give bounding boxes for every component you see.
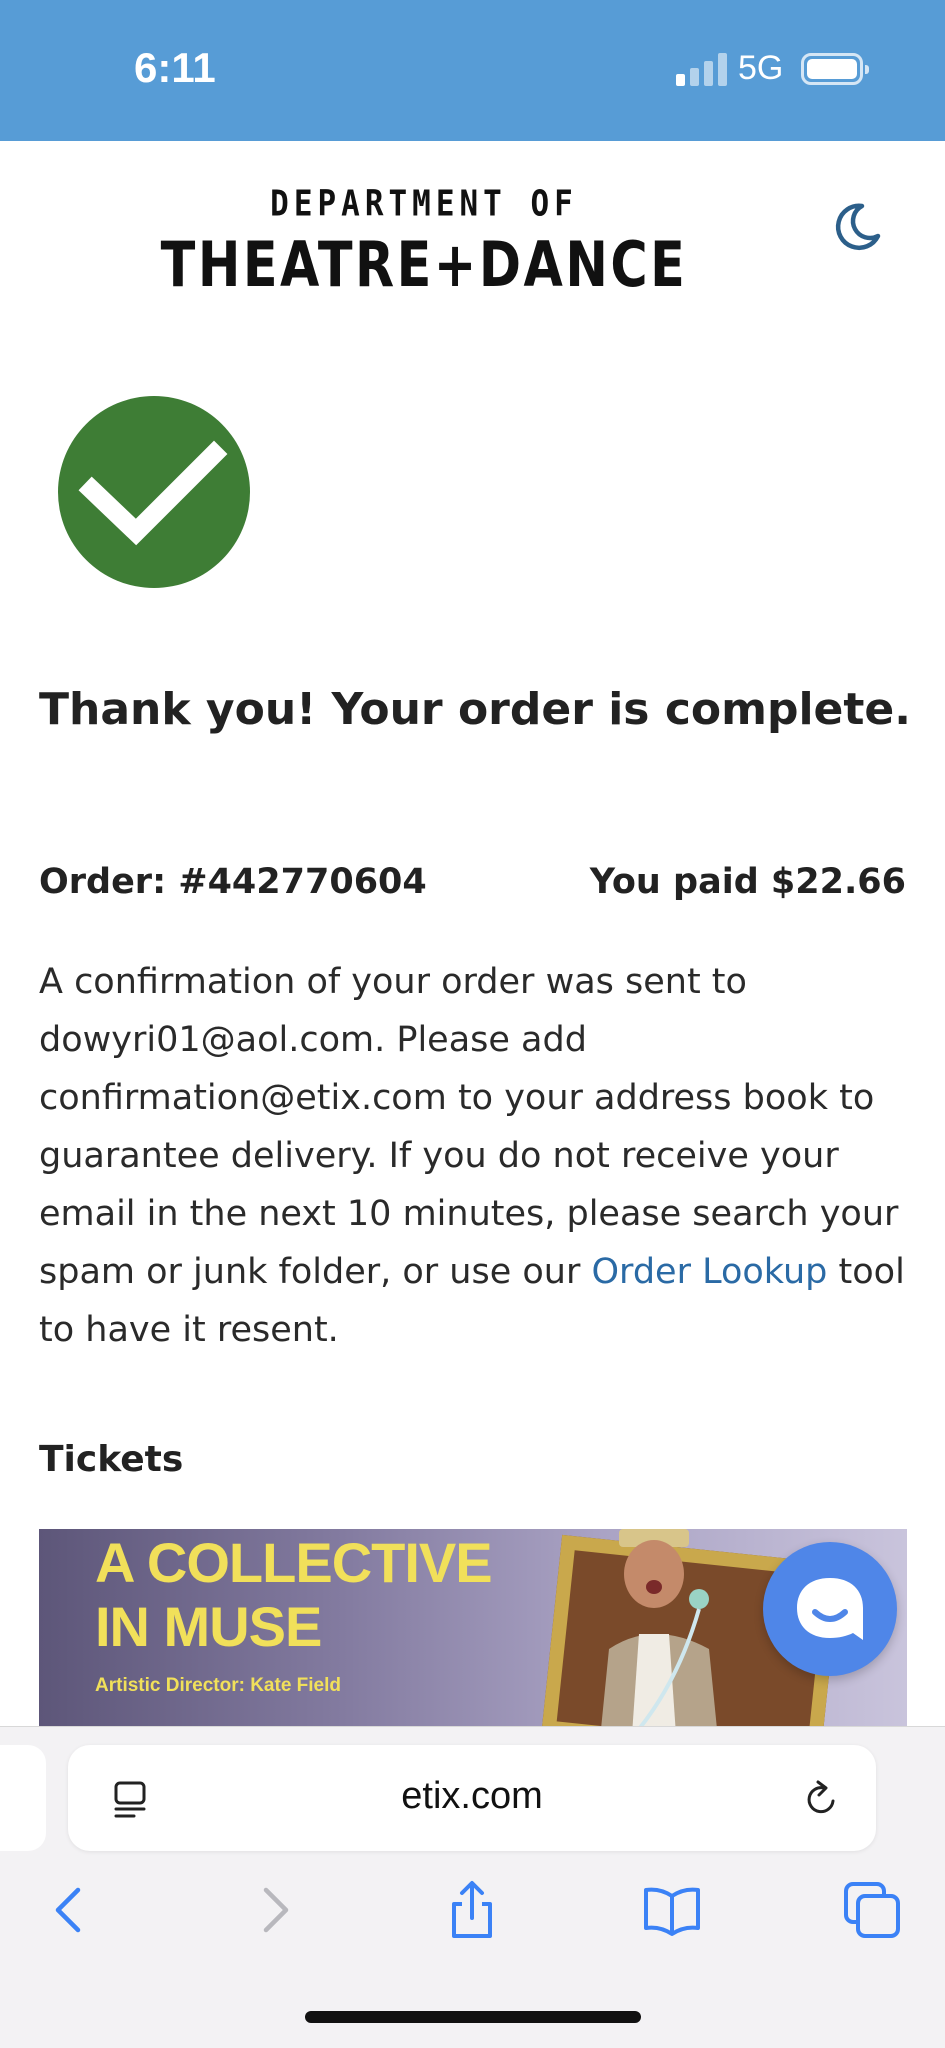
status-time: 6:11	[134, 44, 216, 91]
browser-toolbar: etix.com	[0, 1726, 945, 2048]
order-number: Order: #442770604	[39, 862, 427, 902]
address-bar[interactable]: etix.com	[68, 1745, 876, 1851]
forward-icon[interactable]	[244, 1880, 304, 1940]
url-text[interactable]: etix.com	[68, 1775, 876, 1818]
back-icon[interactable]	[40, 1880, 100, 1940]
home-indicator[interactable]	[305, 2011, 641, 2023]
signal-icon	[676, 52, 728, 86]
tabs-icon[interactable]	[842, 1880, 902, 1940]
tickets-heading: Tickets	[39, 1439, 184, 1480]
network-type: 5G	[738, 49, 784, 87]
moon-icon[interactable]	[830, 198, 886, 254]
message-text: A confirmation of your order was sent to…	[39, 962, 899, 1292]
success-check-icon	[58, 396, 250, 588]
bookmarks-icon[interactable]	[642, 1880, 702, 1940]
reload-icon[interactable]	[802, 1779, 842, 1819]
order-lookup-link[interactable]: Order Lookup	[592, 1252, 828, 1292]
logo-line-2: THEATRE+DANCE	[160, 228, 688, 301]
battery-icon	[801, 53, 869, 85]
share-icon[interactable]	[442, 1880, 502, 1940]
confirmation-heading: Thank you! Your order is complete.	[39, 684, 911, 735]
chat-icon	[797, 1578, 863, 1640]
banner-subtitle: Artistic Director: Kate Field	[95, 1675, 341, 1696]
amount-paid: You paid $22.66	[589, 862, 906, 902]
status-bar: 6:11 5G	[0, 0, 945, 141]
logo-line-1: DEPARTMENT OF	[270, 183, 578, 225]
previous-tab-preview[interactable]	[0, 1745, 46, 1851]
chat-button[interactable]	[763, 1542, 897, 1676]
banner-title: A COLLECTIVE IN MUSE	[95, 1531, 493, 1658]
confirmation-message: A confirmation of your order was sent to…	[39, 953, 919, 1359]
